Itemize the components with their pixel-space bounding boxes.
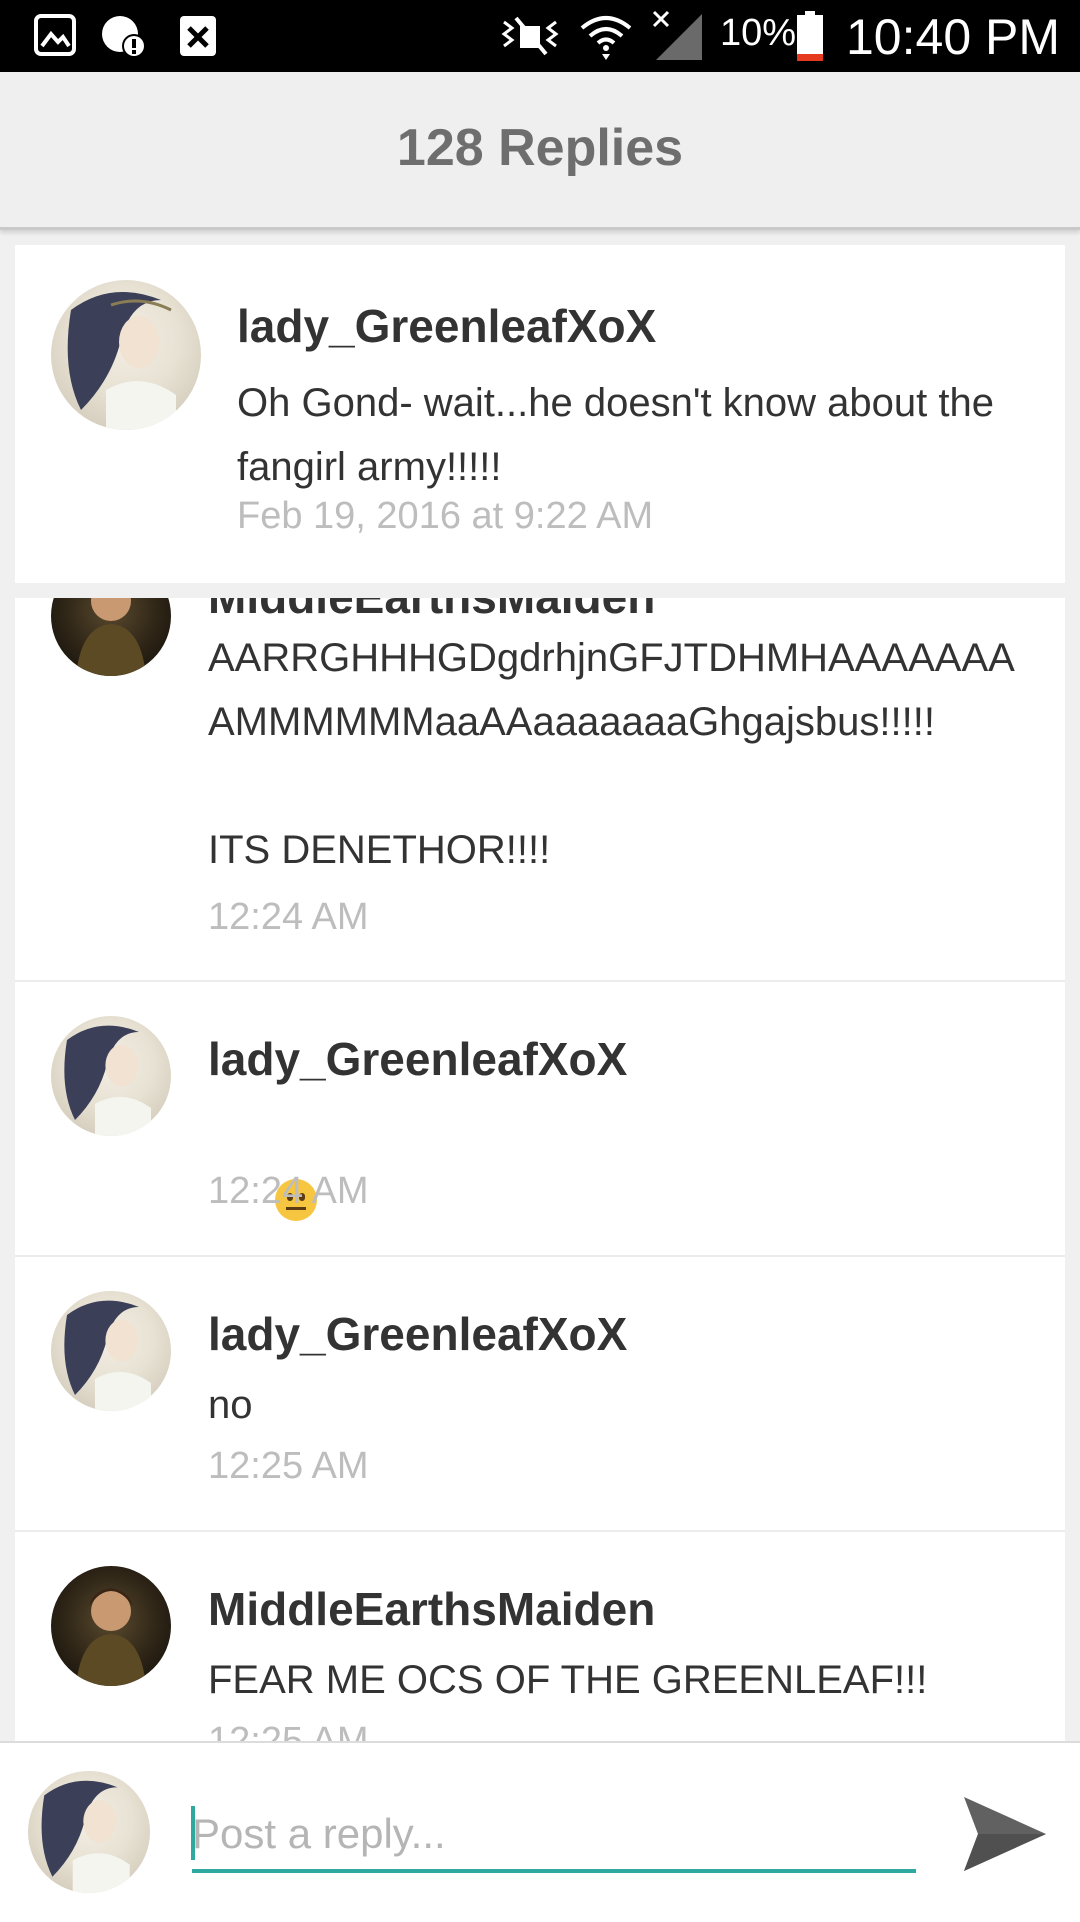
send-icon[interactable] [960, 1793, 1050, 1875]
avatar[interactable] [51, 1291, 171, 1411]
elf-portrait-icon [41, 1780, 130, 1893]
list-item: lady_GreenleafXoX no 12:25 AM [15, 1255, 1065, 1532]
reply-text: no [208, 1383, 253, 1427]
reply-timestamp: 12:25 AM [208, 1720, 369, 1741]
elf-portrait-icon [64, 1025, 151, 1136]
reply-input[interactable] [192, 1799, 916, 1873]
post-username[interactable]: lady_GreenleafXoX [237, 299, 656, 353]
list-item: MiddleEarthsMaiden FEAR ME OCS OF THE GR… [15, 1530, 1065, 1741]
avatar[interactable] [51, 598, 171, 676]
reply-timestamp: 12:24 AM [208, 1170, 369, 1212]
avatar[interactable] [51, 280, 201, 430]
battery-icon [797, 11, 823, 61]
status-clock: 10:40 PM [846, 9, 1061, 65]
page-title: 128 Replies [396, 119, 684, 177]
elf-portrait-icon [67, 292, 176, 430]
post-timestamp: Feb 19, 2016 at 9:22 AM [237, 495, 654, 537]
reply-username[interactable]: MiddleEarthsMaiden [208, 1582, 655, 1636]
reply-username[interactable]: lady_GreenleafXoX [208, 1032, 627, 1086]
elf-portrait-icon [64, 1300, 151, 1411]
reply-timestamp: 12:25 AM [208, 1445, 369, 1487]
replies-list[interactable]: MiddleEarthsMaiden AARRGHHHGDgdrhjnGFJTD… [15, 598, 1065, 1741]
battery-percent: 10% [720, 12, 797, 54]
reply-timestamp: 12:24 AM [208, 896, 369, 938]
gallery-icon [34, 14, 76, 56]
parent-post: lady_GreenleafXoX Oh Gond- wait...he doe… [15, 245, 1065, 583]
alert-icon [102, 16, 146, 58]
mute-icon [501, 16, 559, 56]
replies-header: 128 Replies [0, 72, 1080, 230]
status-bar: 10% 10:40 PM [0, 0, 1080, 72]
avatar[interactable] [51, 1566, 171, 1686]
avatar[interactable] [51, 1016, 171, 1136]
reply-text: AARRGHHHGDgdrhjnGFJTDHMHAAAAAAA AMMMMMMa… [208, 636, 1015, 872]
hobbit-portrait-icon [76, 1588, 146, 1686]
avatar [28, 1771, 150, 1893]
wifi-icon [580, 16, 632, 60]
text-caret [191, 1806, 195, 1860]
signal-icon [652, 10, 702, 60]
reply-text: FEAR ME OCS OF THE GREENLEAF!!! [208, 1658, 928, 1702]
reply-username[interactable]: lady_GreenleafXoX [208, 1307, 627, 1361]
post-text: Oh Gond- wait...he doesn't know about th… [237, 381, 994, 489]
list-item: lady_GreenleafXoX 12:24 AM [15, 980, 1065, 1257]
list-item: MiddleEarthsMaiden AARRGHHHGDgdrhjnGFJTD… [15, 598, 1065, 982]
reply-username[interactable]: MiddleEarthsMaiden [208, 598, 655, 624]
hobbit-portrait-icon [76, 598, 146, 676]
reply-compose-bar [0, 1741, 1080, 1922]
close-box-icon [180, 16, 216, 56]
